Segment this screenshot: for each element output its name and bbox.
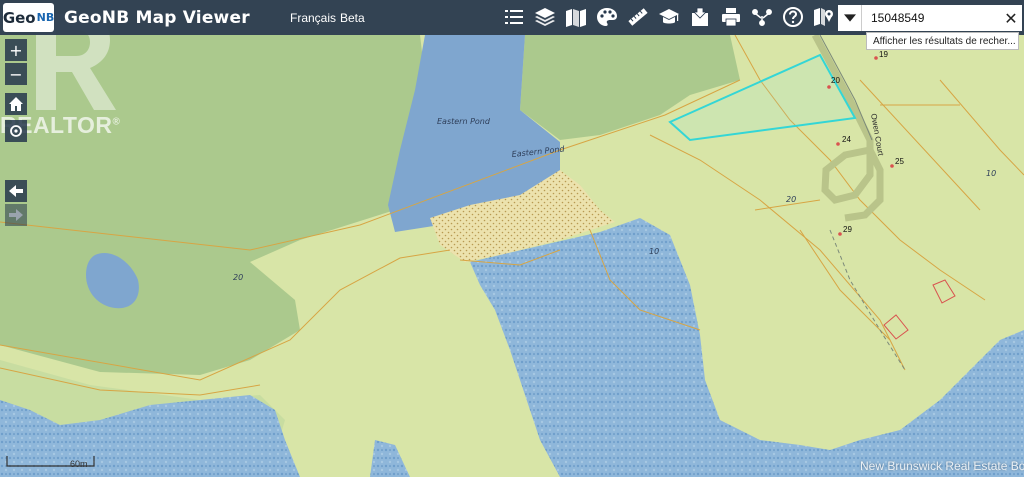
- contour-label-2: 20: [786, 195, 796, 204]
- zoom-in-button[interactable]: +: [5, 39, 27, 61]
- contour-label-1: 20: [233, 273, 243, 282]
- search-dropdown-button[interactable]: [838, 5, 862, 31]
- home-icon: [9, 97, 23, 111]
- locate-icon: [10, 125, 22, 137]
- forward-button[interactable]: [5, 204, 27, 226]
- share-icon[interactable]: [748, 3, 776, 31]
- palette-icon[interactable]: [593, 3, 621, 31]
- basemap-icon[interactable]: [562, 3, 590, 31]
- geonb-logo[interactable]: Geo NB: [3, 3, 54, 32]
- directions-icon[interactable]: [809, 3, 837, 31]
- home-button[interactable]: [5, 93, 27, 115]
- search-input[interactable]: [862, 5, 1022, 31]
- lot-label-24: 24: [842, 135, 851, 144]
- arrow-right-icon: [9, 209, 23, 221]
- arrow-left-icon: [9, 185, 23, 197]
- download-icon[interactable]: [686, 3, 714, 31]
- language-link[interactable]: Français: [290, 11, 336, 25]
- education-icon[interactable]: [655, 3, 683, 31]
- help-icon[interactable]: [779, 3, 807, 31]
- zoom-out-button[interactable]: −: [5, 63, 27, 85]
- top-bar: GeoNB GeoNB Map Viewer Français Beta ✕: [0, 0, 1024, 35]
- contour-label-4: 10: [986, 169, 996, 178]
- contour-label-3: 10: [649, 247, 659, 256]
- lot-label-25: 25: [895, 157, 904, 166]
- measure-icon[interactable]: [624, 3, 652, 31]
- close-icon[interactable]: ✕: [1001, 7, 1021, 29]
- search-suggestion[interactable]: Afficher les résultats de recher...: [866, 32, 1019, 50]
- print-icon[interactable]: [717, 3, 745, 31]
- lot-label-20: 20: [831, 76, 840, 85]
- app-title: GeoNB Map Viewer: [64, 8, 250, 28]
- beta-link[interactable]: Beta: [340, 11, 365, 25]
- locate-button[interactable]: [5, 120, 27, 142]
- water-label-1: Eastern Pond: [437, 117, 491, 126]
- map-canvas[interactable]: 19 20 24 25 29 Owen Court Eastern Pond E…: [0, 0, 1024, 477]
- chevron-down-icon: [843, 14, 856, 22]
- scale-label: 60m: [70, 459, 88, 469]
- layers-icon[interactable]: [531, 3, 559, 31]
- board-watermark: New Brunswick Real Estate Board: [860, 459, 1024, 473]
- lot-label-29: 29: [843, 225, 852, 234]
- back-button[interactable]: [5, 180, 27, 202]
- list-icon[interactable]: [500, 3, 528, 31]
- lot-label-19: 19: [879, 50, 888, 59]
